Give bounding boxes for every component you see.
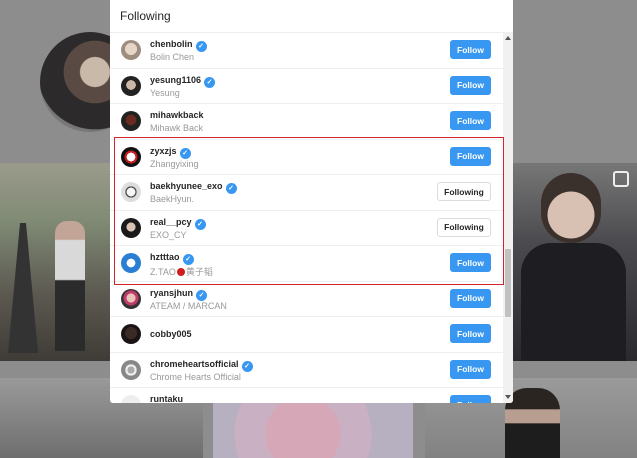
username-link[interactable]: hztttao ✓ xyxy=(150,252,194,265)
username-link[interactable]: baekhyunee_exo ✓ xyxy=(150,181,237,194)
list-item[interactable]: zyxzjs ✓ Zhangyixing Follow xyxy=(110,140,503,175)
full-name: Yesung xyxy=(150,87,180,98)
list-item[interactable]: runtaku Follow xyxy=(110,388,503,403)
full-name: Z.TAO 黄子韬 xyxy=(150,267,213,277)
modal-title: Following xyxy=(120,9,171,23)
avatar[interactable] xyxy=(121,146,141,167)
scrollbar[interactable] xyxy=(503,33,513,403)
avatar[interactable] xyxy=(121,324,141,344)
full-name: EXO_CY xyxy=(150,229,187,240)
list-item[interactable]: mihawkback Mihawk Back Follow xyxy=(110,104,503,140)
full-name: Bolin Chen xyxy=(150,52,195,62)
verified-badge-icon: ✓ xyxy=(179,147,191,159)
avatar[interactable] xyxy=(121,182,141,202)
avatar[interactable] xyxy=(121,288,141,309)
avatar[interactable] xyxy=(121,217,141,238)
avatar[interactable] xyxy=(121,111,141,131)
username-link[interactable]: zyxzjs ✓ xyxy=(150,146,191,159)
follow-button[interactable]: Follow xyxy=(450,40,491,59)
verified-badge-icon: ✓ xyxy=(182,254,194,265)
username-link[interactable]: yesung1106 ✓ xyxy=(150,75,216,88)
verified-badge-icon: ✓ xyxy=(241,360,253,372)
verified-badge-icon: ✓ xyxy=(196,289,208,301)
username-link[interactable]: runtaku xyxy=(150,394,183,403)
list-item[interactable]: hztttao ✓ Z.TAO 黄子韬 Follow xyxy=(110,246,503,282)
list-item[interactable]: real__pcy ✓ EXO_CY Following xyxy=(110,211,503,246)
post-image-coat xyxy=(521,243,626,361)
full-name: Mihawk Back xyxy=(150,123,204,133)
post-image-person xyxy=(505,388,560,458)
following-button[interactable]: Following xyxy=(437,182,491,201)
post-image-person xyxy=(55,221,85,351)
full-name: Chrome Hearts Official xyxy=(150,371,241,382)
list-item[interactable]: chromeheartsofficial ✓ Chrome Hearts Offi… xyxy=(110,353,503,388)
list-item[interactable]: yesung1106 ✓ Yesung Follow xyxy=(110,69,503,104)
follow-button[interactable]: Follow xyxy=(450,111,491,130)
verified-badge-icon: ✓ xyxy=(204,76,216,88)
follow-button[interactable]: Follow xyxy=(450,359,491,379)
avatar[interactable] xyxy=(121,253,141,273)
verified-badge-icon: ✓ xyxy=(195,41,207,52)
username-link[interactable]: chenbolin ✓ xyxy=(150,39,207,52)
username-link[interactable]: mihawkback xyxy=(150,110,204,120)
verified-badge-icon: ✓ xyxy=(225,183,237,194)
multi-photo-icon xyxy=(613,171,629,187)
red-dot-emoji-icon xyxy=(176,268,185,276)
scroll-down-arrow-icon[interactable] xyxy=(505,395,511,399)
list-item[interactable]: chenbolin ✓ Bolin Chen Follow xyxy=(110,33,503,69)
full-name: BaekHyun. xyxy=(150,194,195,204)
follow-button[interactable]: Follow xyxy=(450,324,491,343)
username-link[interactable]: chromeheartsofficial ✓ xyxy=(150,359,253,372)
scroll-up-arrow-icon[interactable] xyxy=(505,36,511,40)
follow-button[interactable]: Follow xyxy=(450,253,491,272)
full-name: Zhangyixing xyxy=(150,158,199,169)
following-list[interactable]: chenbolin ✓ Bolin Chen Follow yesung1106 ✓… xyxy=(110,33,503,403)
username-link[interactable]: cobby005 xyxy=(150,329,192,339)
verified-badge-icon: ✓ xyxy=(194,218,206,230)
avatar[interactable] xyxy=(121,395,141,403)
list-item[interactable]: cobby005 Follow xyxy=(110,317,503,353)
list-item[interactable]: baekhyunee_exo ✓ BaekHyun. Following xyxy=(110,175,503,211)
follow-button[interactable]: Follow xyxy=(450,75,491,95)
scrollbar-thumb[interactable] xyxy=(505,249,511,317)
list-item[interactable]: ryansjhun ✓ ATEAM / MARCAN Follow xyxy=(110,282,503,317)
username-link[interactable]: real__pcy ✓ xyxy=(150,217,206,230)
avatar[interactable] xyxy=(121,359,141,380)
follow-button[interactable]: Follow xyxy=(450,395,491,403)
avatar[interactable] xyxy=(121,75,141,96)
following-button[interactable]: Following xyxy=(437,217,491,237)
post-thumbnail xyxy=(511,163,637,361)
post-image-building xyxy=(8,223,38,353)
full-name: ATEAM / MARCAN xyxy=(150,300,227,311)
avatar[interactable] xyxy=(121,40,141,60)
follow-button[interactable]: Follow xyxy=(450,146,491,166)
following-modal: Following chenbolin ✓ Bolin Chen Follow y… xyxy=(110,0,513,403)
post-thumbnail xyxy=(0,163,110,361)
username-link[interactable]: ryansjhun ✓ xyxy=(150,288,208,301)
modal-header: Following xyxy=(110,0,513,33)
follow-button[interactable]: Follow xyxy=(450,288,491,308)
post-image-face xyxy=(541,173,601,243)
